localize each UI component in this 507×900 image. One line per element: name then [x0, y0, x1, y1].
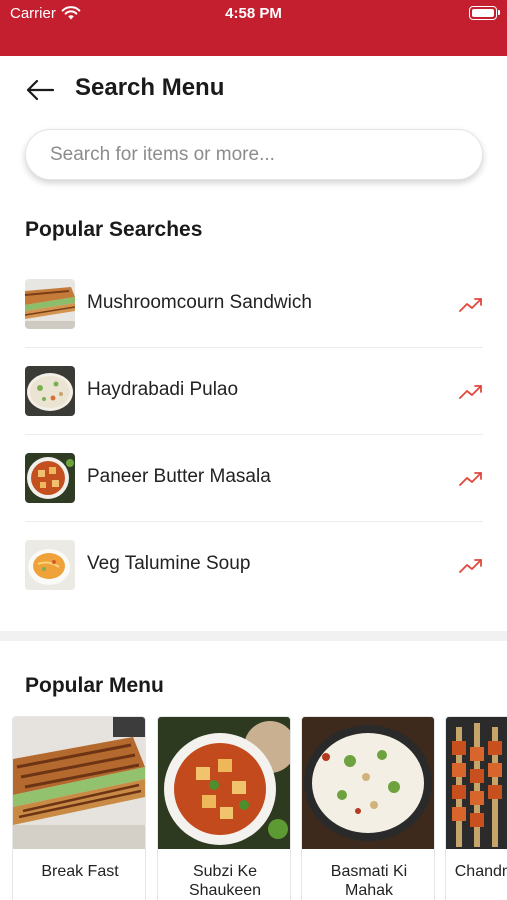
- search-box[interactable]: [25, 129, 483, 180]
- soup-thumbnail: [25, 540, 75, 590]
- popular-searches-list: Mushroomcourn Sandwich Haydrabadi Pulao: [25, 261, 483, 609]
- breakfast-image: [13, 717, 145, 849]
- trending-up-icon: [459, 385, 482, 399]
- pulao-thumbnail: [25, 366, 75, 416]
- menu-card-label: Chandni Special: [454, 863, 507, 880]
- search-input[interactable]: [50, 130, 460, 179]
- menu-card[interactable]: Subzi Ke Shaukeen: [157, 716, 291, 900]
- basmati-image: [302, 717, 434, 849]
- menu-card[interactable]: Chandni Special: [445, 716, 507, 900]
- paneer-thumbnail: [25, 453, 75, 503]
- popular-search-item[interactable]: Paneer Butter Masala: [25, 435, 483, 522]
- menu-card-label: Basmati Ki Mahak: [330, 863, 408, 899]
- popular-search-item[interactable]: Haydrabadi Pulao: [25, 348, 483, 435]
- popular-search-label: Haydrabadi Pulao: [87, 379, 239, 400]
- battery-icon: [469, 6, 500, 20]
- popular-search-label: Veg Talumine Soup: [87, 553, 251, 574]
- page-title: Search Menu: [75, 74, 225, 101]
- status-bar: Carrier 4:58 PM: [0, 0, 507, 56]
- chandni-image: [446, 717, 507, 849]
- menu-card[interactable]: Basmati Ki Mahak: [301, 716, 435, 900]
- section-divider: [0, 631, 507, 641]
- popular-searches-heading: Popular Searches: [25, 218, 203, 241]
- popular-search-item[interactable]: Mushroomcourn Sandwich: [25, 261, 483, 348]
- sandwich-thumbnail: [25, 279, 75, 329]
- trending-up-icon: [459, 472, 482, 486]
- popular-menu-carousel[interactable]: Break Fast Subzi Ke Shaukeen Basmati Ki …: [12, 716, 507, 900]
- status-time: 4:58 PM: [225, 5, 282, 22]
- menu-card[interactable]: Break Fast: [12, 716, 146, 900]
- popular-search-label: Mushroomcourn Sandwich: [87, 292, 312, 313]
- menu-card-label: Break Fast: [41, 863, 119, 880]
- trending-up-icon: [459, 559, 482, 573]
- arrow-left-icon: [26, 79, 55, 101]
- trending-up-icon: [459, 298, 482, 312]
- popular-menu-heading: Popular Menu: [25, 674, 164, 697]
- popular-search-label: Paneer Butter Masala: [87, 466, 271, 487]
- menu-card-label: Subzi Ke Shaukeen: [188, 863, 262, 899]
- subzi-image: [158, 717, 290, 849]
- back-button[interactable]: [24, 76, 56, 104]
- popular-search-item[interactable]: Veg Talumine Soup: [25, 522, 483, 609]
